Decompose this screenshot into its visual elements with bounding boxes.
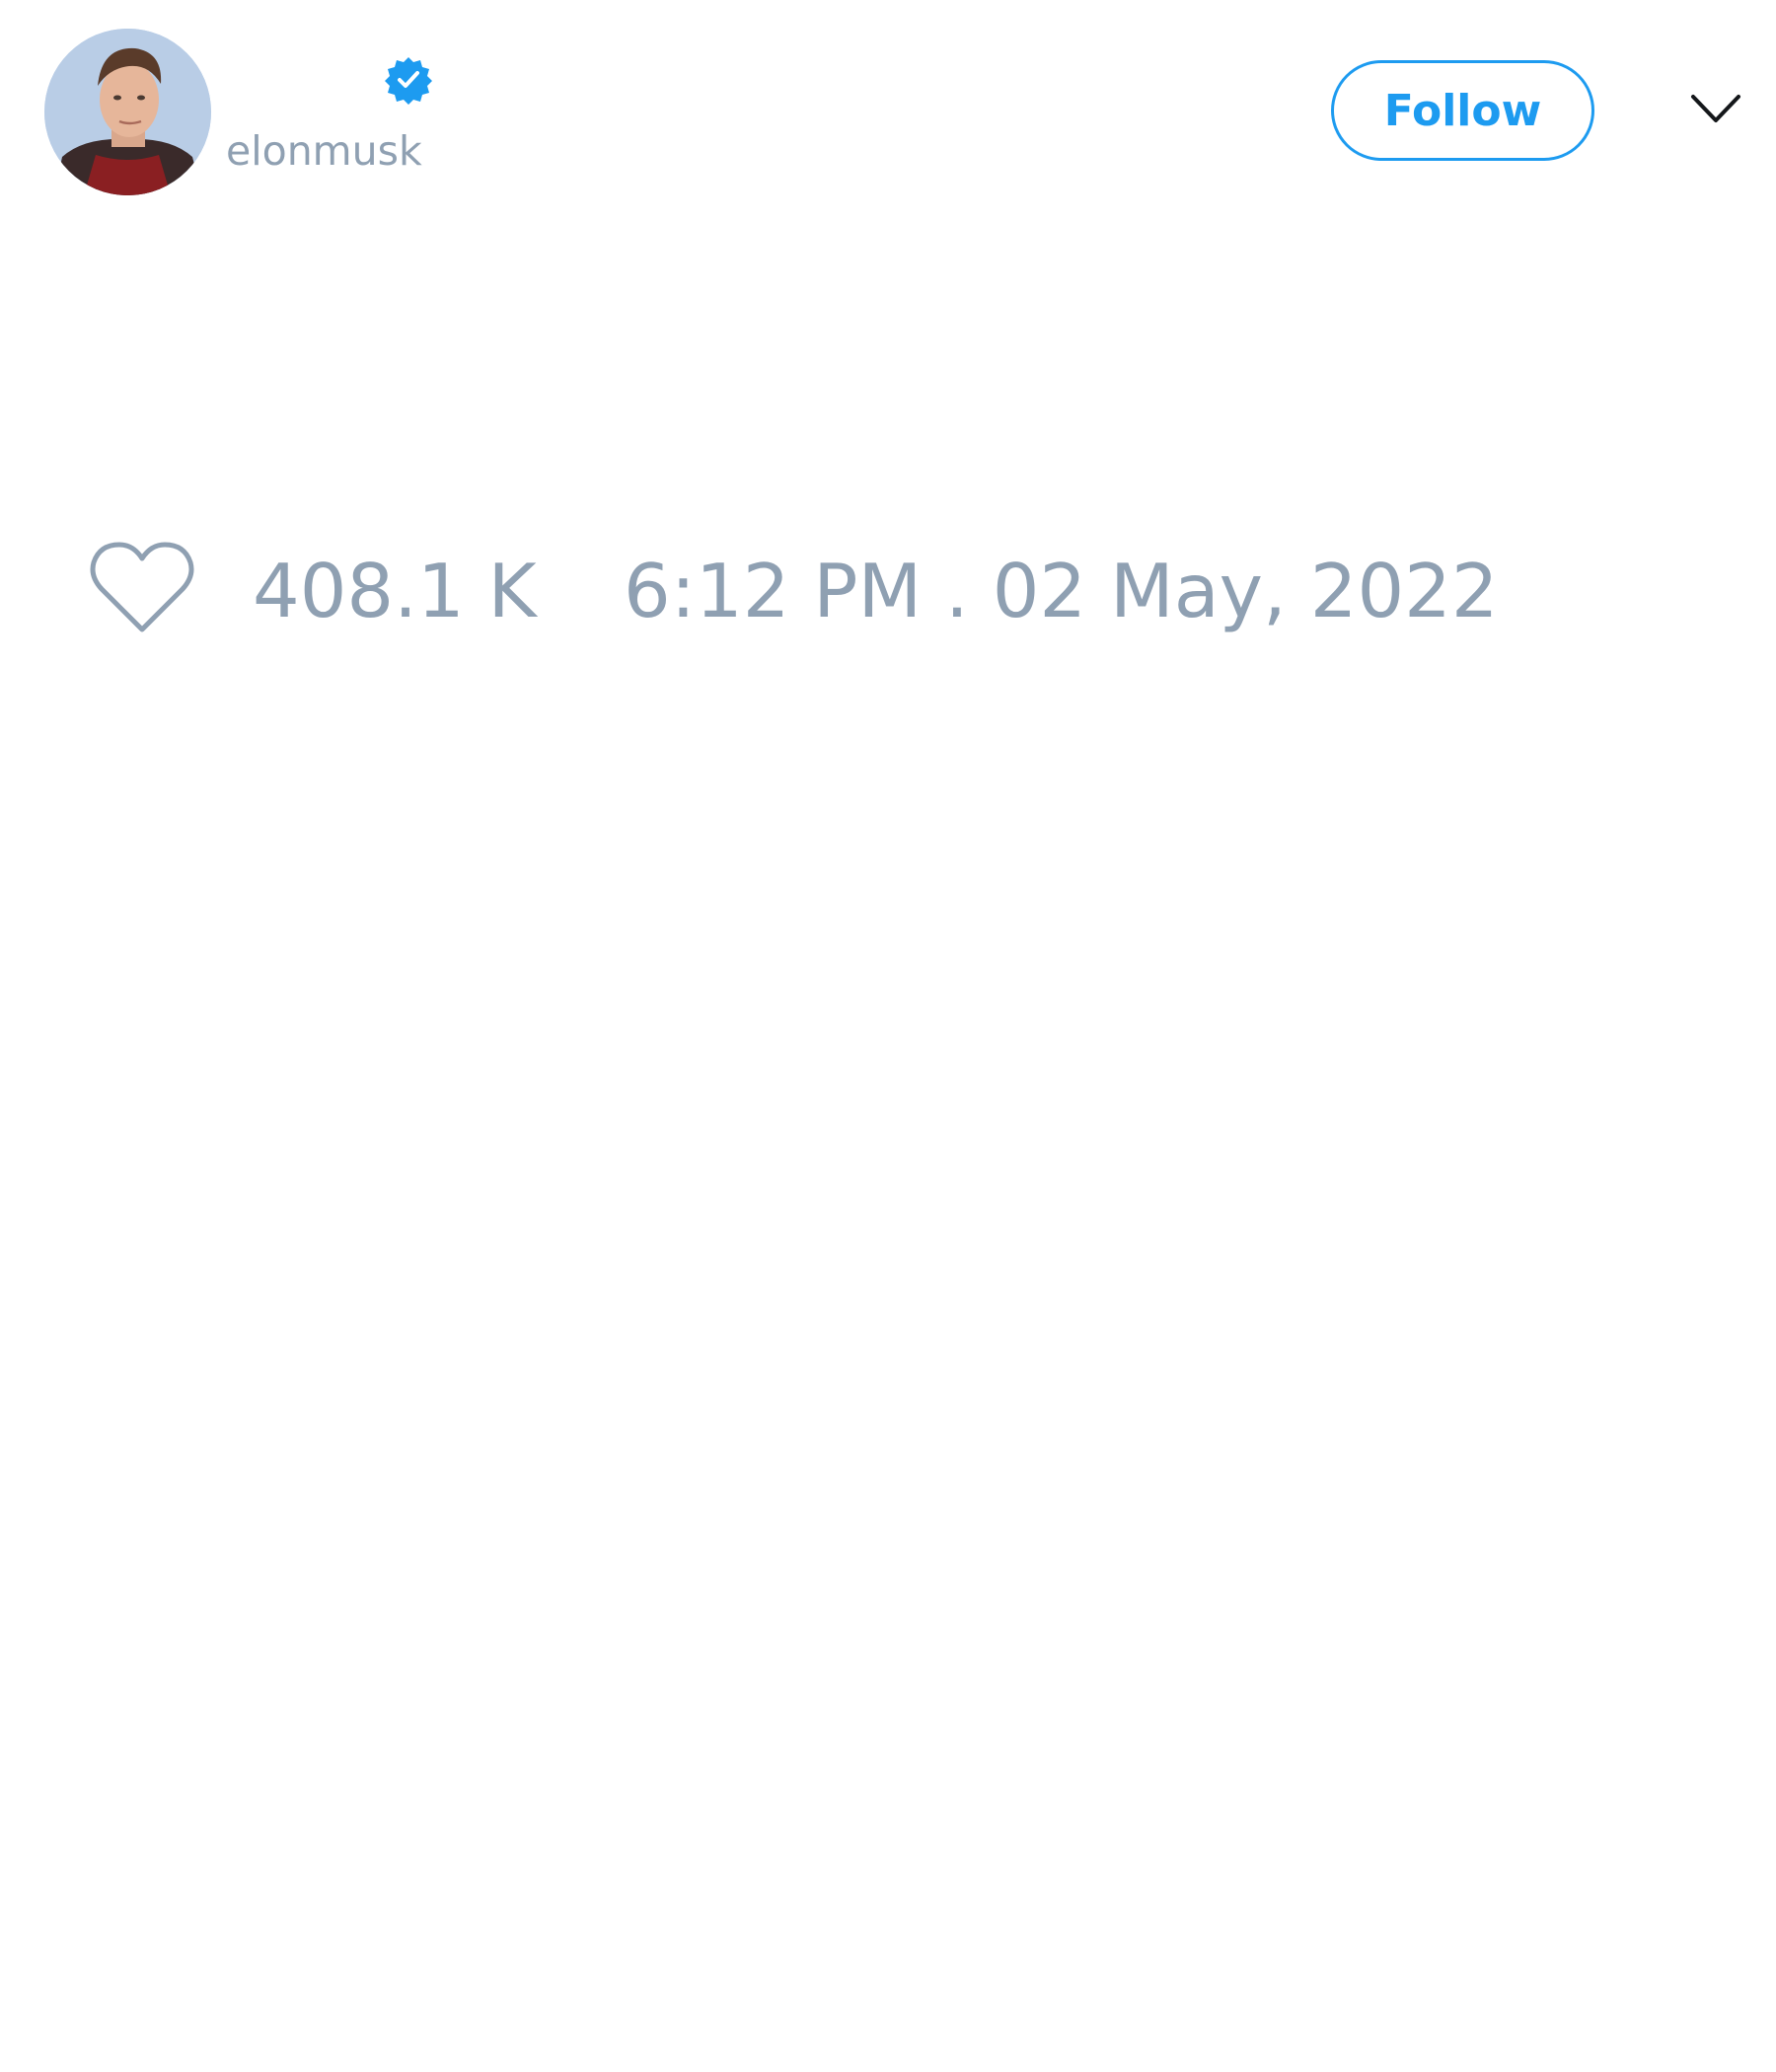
like-count: 408.1 K: [253, 548, 537, 634]
display-name[interactable]: [225, 57, 373, 107]
author-handle[interactable]: elonmusk: [226, 125, 422, 177]
chevron-down-icon[interactable]: [1689, 85, 1742, 134]
verified-badge-icon: [384, 55, 433, 105]
avatar-image: [44, 29, 211, 195]
heart-outline-icon[interactable]: [88, 539, 196, 637]
follow-button[interactable]: Follow: [1331, 60, 1594, 161]
tweet-timestamp[interactable]: 6:12 PM . 02 May, 2022: [624, 547, 1499, 635]
avatar[interactable]: [44, 29, 211, 195]
